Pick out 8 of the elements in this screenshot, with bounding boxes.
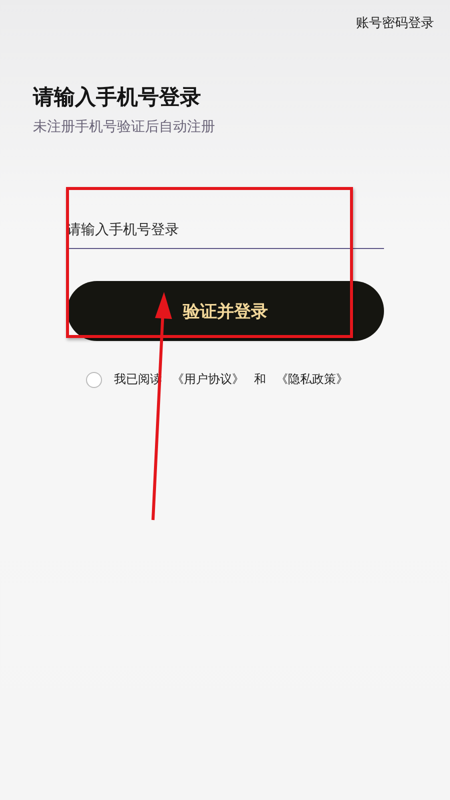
and-text: 和 — [254, 371, 266, 388]
verify-login-button[interactable]: 验证并登录 — [67, 281, 384, 341]
page-subtitle: 未注册手机号验证后自动注册 — [33, 118, 216, 136]
privacy-policy-link[interactable]: 《隐私政策》 — [276, 371, 348, 388]
agreement-radio[interactable] — [86, 372, 102, 388]
password-login-link[interactable]: 账号密码登录 — [356, 14, 434, 32]
page-title: 请输入手机号登录 — [33, 84, 202, 111]
user-agreement-link[interactable]: 《用户协议》 — [172, 371, 244, 388]
